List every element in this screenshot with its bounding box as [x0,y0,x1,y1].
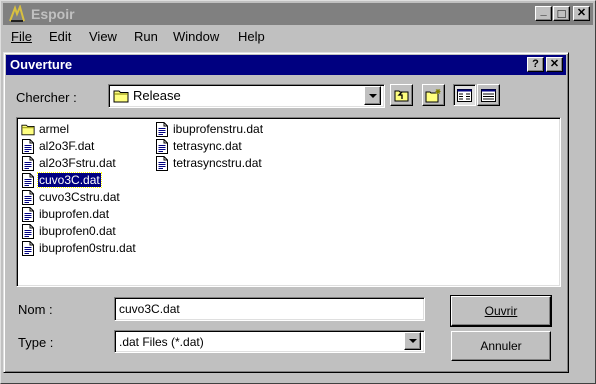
file-list-item-label: tetrasyncstru.dat [173,156,262,170]
file-icon [155,138,172,154]
list-view-button[interactable] [453,84,476,106]
file-list-item[interactable]: al2o3Fstru.dat [21,155,117,171]
close-icon: ✕ [576,7,587,19]
look-in-dropdown-button[interactable] [364,86,381,105]
file-list-item[interactable]: ibuprofen0stru.dat [21,240,137,256]
file-name-input[interactable]: cuvo3C.dat [114,297,425,321]
maximize-button[interactable]: □ [553,6,570,21]
file-icon [155,155,172,171]
folder-icon [113,90,129,103]
file-list-item-label: cuvo3Cstru.dat [39,190,120,204]
list-view-icon [457,88,472,102]
details-view-button[interactable] [477,84,500,106]
dialog-help-button[interactable]: ? [527,57,544,72]
file-icon [155,121,172,137]
up-folder-icon [394,90,408,102]
file-icon [21,138,38,154]
file-list-item-label: armel [39,122,70,136]
app-titlebar[interactable]: Espoir _ □ ✕ [3,3,593,25]
file-list-item[interactable]: ibuprofen0.dat [21,223,117,239]
chevron-down-icon [408,339,417,343]
look-in-value: Release [133,88,181,103]
file-list-item-label: ibuprofen0.dat [39,224,116,238]
app-logo-icon [9,5,25,22]
dialog-title: Ouverture [10,57,73,72]
dialog-close-button[interactable]: ✕ [546,57,563,72]
look-in-label: Chercher : [16,90,77,105]
open-button[interactable]: Ouvrir [450,295,552,327]
file-list-item-label: al2o3Fstru.dat [39,156,116,170]
app-title: Espoir [31,6,75,22]
cancel-button[interactable]: Annuler [451,331,551,361]
file-list-item[interactable]: cuvo3C.dat [21,172,102,188]
file-list-item[interactable]: armel [21,121,70,137]
menu-edit[interactable]: Edit [49,30,71,44]
chevron-down-icon [368,93,377,98]
file-list-item[interactable]: al2o3F.dat [21,138,95,154]
file-icon [21,240,38,256]
file-list-item[interactable]: tetrasyncstru.dat [155,155,263,171]
file-list-item-label: ibuprofen0stru.dat [39,241,136,255]
file-list-item[interactable]: ibuprofen.dat [21,206,110,222]
look-in-combo[interactable]: Release [108,84,385,108]
name-label: Nom : [18,302,53,317]
details-view-icon [481,88,496,102]
file-type-value: .dat Files (*.dat) [119,335,204,349]
new-folder-button[interactable] [422,84,445,106]
file-list-item[interactable]: cuvo3Cstru.dat [21,189,121,205]
file-list-item[interactable]: tetrasync.dat [155,138,243,154]
file-list-item[interactable]: ibuprofenstru.dat [155,121,264,137]
help-icon: ? [532,58,539,70]
dialog-titlebar[interactable]: Ouverture ? ✕ [6,55,566,75]
minimize-icon: _ [540,5,547,17]
file-list-item-label: ibuprofenstru.dat [173,122,264,136]
up-folder-button[interactable] [390,84,413,106]
menu-run[interactable]: Run [134,30,158,44]
file-list-item-label: cuvo3C.dat [37,172,102,188]
type-label: Type : [18,335,54,350]
maximize-icon: □ [557,6,566,21]
file-icon [21,172,38,188]
file-icon [21,206,38,222]
minimize-button[interactable]: _ [535,6,552,21]
new-folder-icon [425,88,441,102]
open-file-dialog: Ouverture ? ✕ Chercher : Release armel a… [3,52,569,373]
file-name-value: cuvo3C.dat [119,302,180,316]
file-type-combo[interactable]: .dat Files (*.dat) [114,330,425,353]
folder-icon [21,122,38,137]
menu-window[interactable]: Window [173,30,219,44]
app-window: Espoir _ □ ✕ File Edit View Run Window H… [0,0,596,384]
file-type-dropdown-button[interactable] [404,332,421,350]
file-list-item-label: al2o3F.dat [39,139,95,153]
close-icon: ✕ [549,58,560,70]
menu-bar: File Edit View Run Window Help [3,26,593,48]
file-list[interactable]: armel al2o3F.dat al2o3Fstru.dat cuvo3C.dat c… [16,117,561,287]
file-icon [21,155,38,171]
app-close-button[interactable]: ✕ [573,6,590,21]
menu-view[interactable]: View [89,30,117,44]
file-icon [21,189,38,205]
menu-file[interactable]: File [11,30,32,44]
file-list-item-label: ibuprofen.dat [39,207,110,221]
file-list-item-label: tetrasync.dat [173,139,242,153]
file-icon [21,223,38,239]
menu-help[interactable]: Help [238,30,265,44]
